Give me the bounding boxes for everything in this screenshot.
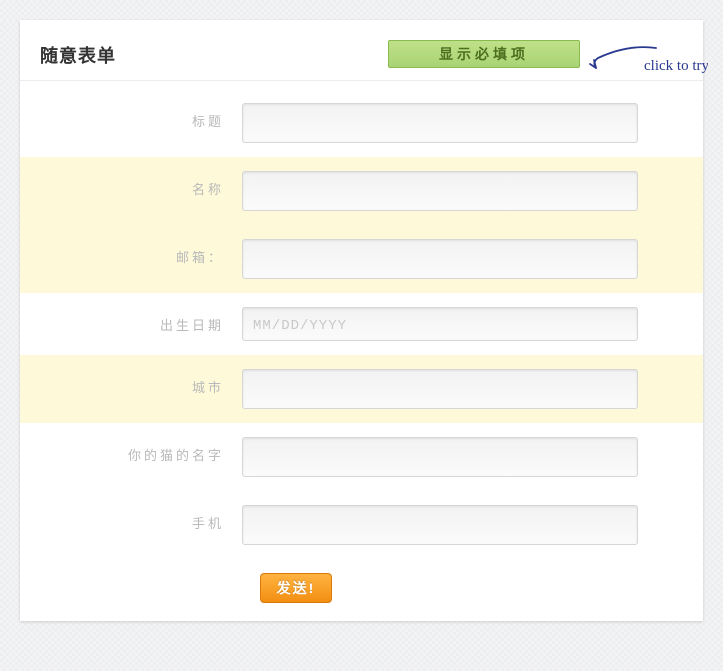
form-header: 随意表单 显示必填项 click to try (20, 20, 703, 81)
row-title: 标题 (20, 89, 703, 157)
form-body: 标题 名称 邮箱： 出生日期 城市 你的猫的名字 手机 发送! (20, 81, 703, 621)
row-name: 名称 (20, 157, 703, 225)
row-city: 城市 (20, 355, 703, 423)
label-birth: 出生日期 (20, 307, 242, 334)
label-mobile: 手机 (20, 505, 242, 532)
label-title: 标题 (20, 103, 242, 130)
row-catname: 你的猫的名字 (20, 423, 703, 491)
row-submit: 发送! (20, 559, 703, 603)
show-required-button[interactable]: 显示必填项 (388, 40, 580, 68)
click-to-try-hint: click to try (588, 38, 708, 78)
form-title: 随意表单 (40, 42, 116, 68)
input-title[interactable] (242, 103, 638, 143)
form-card: 随意表单 显示必填项 click to try 标题 名称 邮箱： 出生日期 城… (20, 20, 703, 621)
label-name: 名称 (20, 171, 242, 198)
submit-button[interactable]: 发送! (260, 573, 332, 603)
label-catname: 你的猫的名字 (20, 437, 242, 464)
label-city: 城市 (20, 369, 242, 396)
label-email: 邮箱： (20, 239, 242, 266)
click-to-try-text: click to try (644, 58, 708, 74)
input-mobile[interactable] (242, 505, 638, 545)
input-catname[interactable] (242, 437, 638, 477)
row-mobile: 手机 (20, 491, 703, 559)
row-birth: 出生日期 (20, 293, 703, 355)
input-city[interactable] (242, 369, 638, 409)
input-name[interactable] (242, 171, 638, 211)
row-email: 邮箱： (20, 225, 703, 293)
input-email[interactable] (242, 239, 638, 279)
input-birth[interactable] (242, 307, 638, 341)
